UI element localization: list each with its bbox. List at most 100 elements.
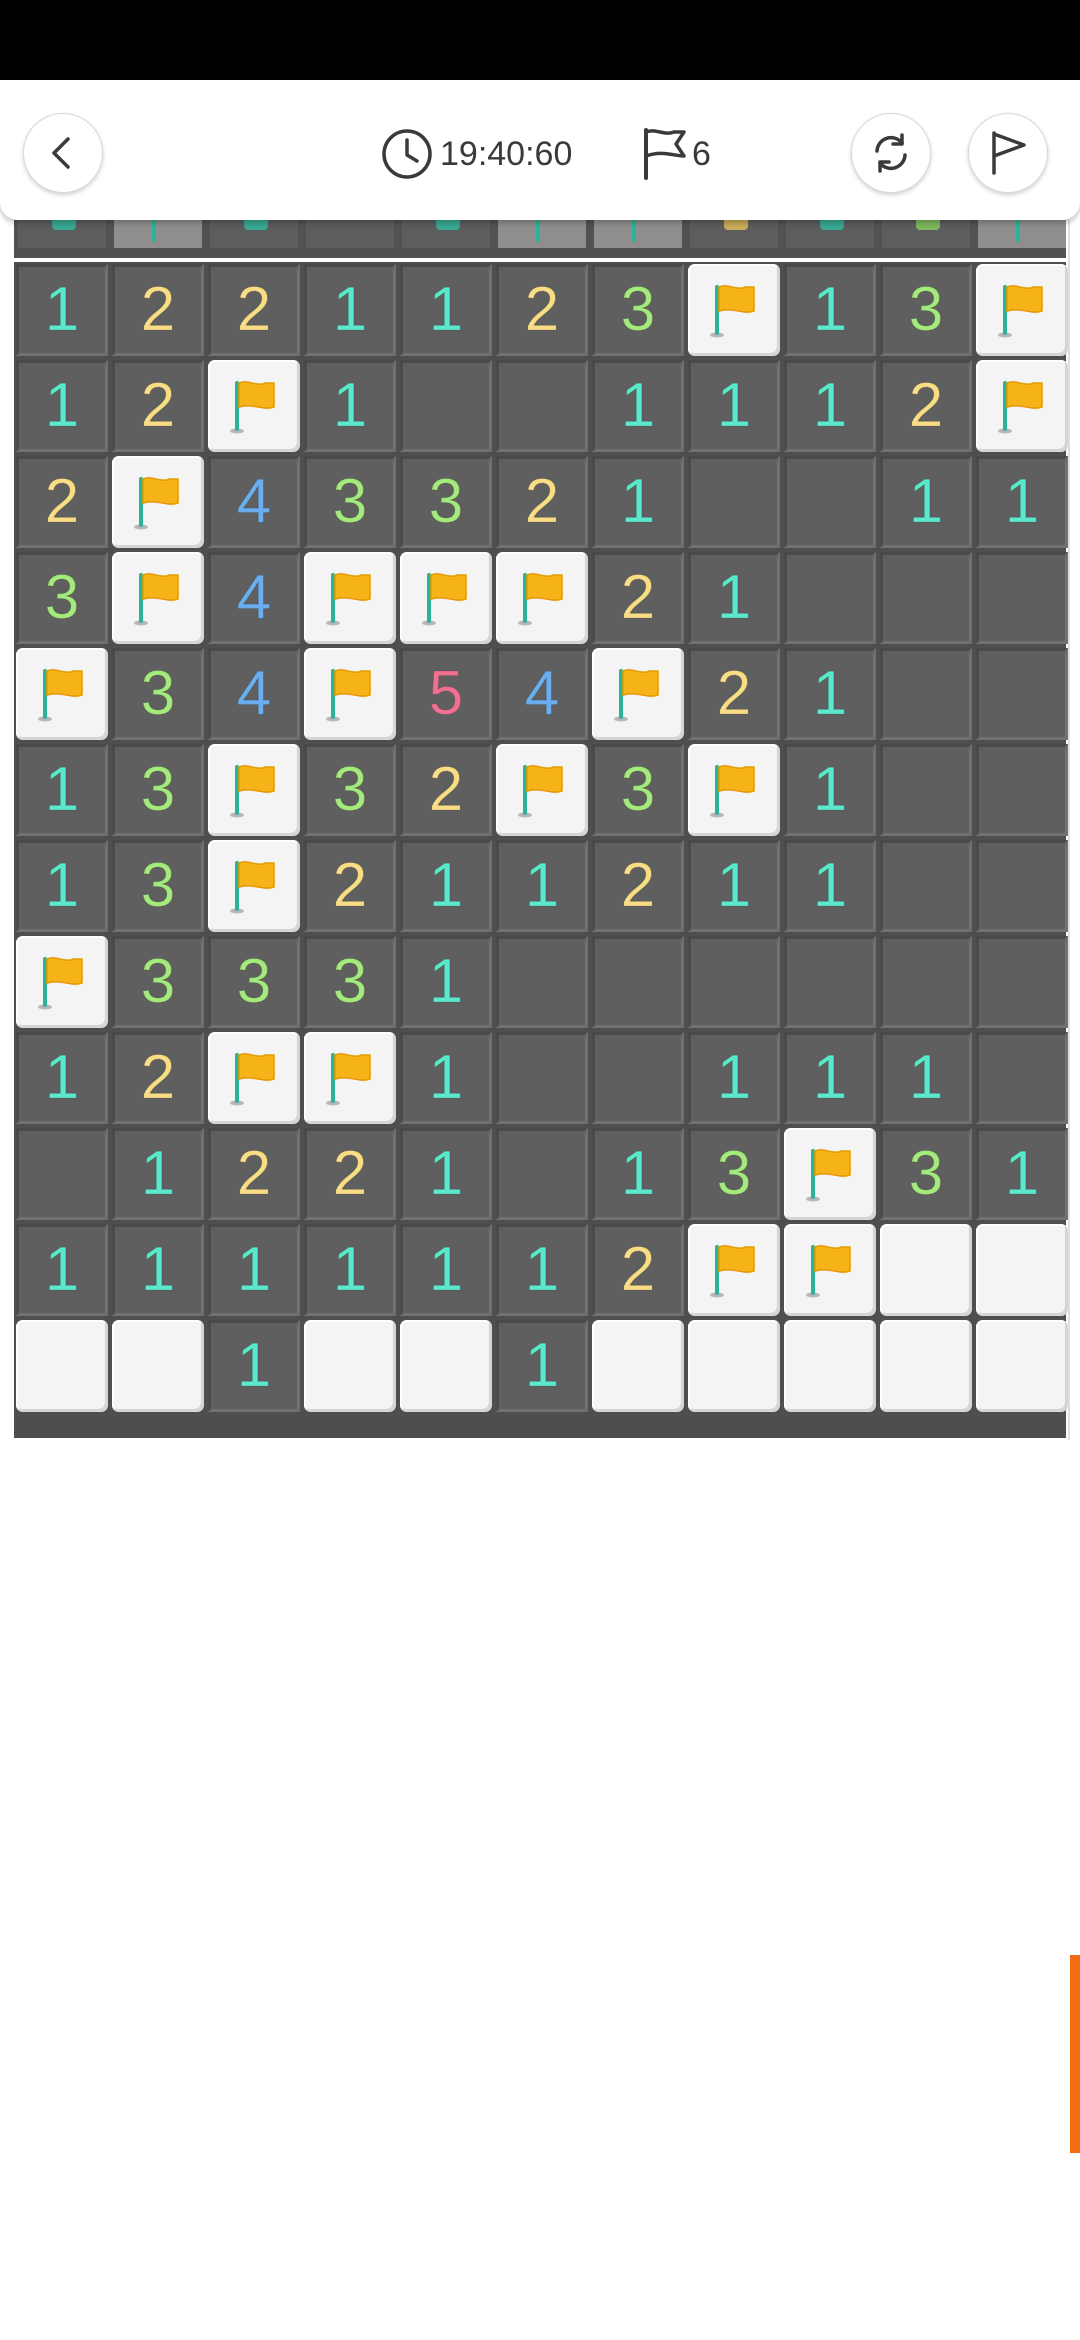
cell-number[interactable]: 1	[16, 360, 108, 452]
cell-number[interactable]: 2	[208, 264, 300, 356]
cell-number[interactable]: 2	[592, 552, 684, 644]
cell-number[interactable]: 3	[688, 1128, 780, 1220]
cell-number[interactable]: 1	[784, 1032, 876, 1124]
cell-empty[interactable]	[688, 936, 780, 1028]
cell-number[interactable]: 1	[784, 648, 876, 740]
cell-number[interactable]: 4	[496, 648, 588, 740]
cell-flagged[interactable]	[400, 552, 492, 644]
cell-empty[interactable]	[976, 744, 1068, 836]
cell-empty[interactable]	[592, 936, 684, 1028]
cell-empty[interactable]	[496, 360, 588, 452]
cell-flagged[interactable]	[304, 552, 396, 644]
cell-number[interactable]: 1	[592, 360, 684, 452]
restart-button[interactable]	[851, 113, 931, 193]
cell-flagged[interactable]	[688, 264, 780, 356]
cell-number[interactable]: 1	[400, 1032, 492, 1124]
cell-number[interactable]: 1	[976, 456, 1068, 548]
cell-number[interactable]: 1	[880, 456, 972, 548]
cell-empty[interactable]	[880, 552, 972, 644]
cell-number[interactable]: 1	[112, 1224, 204, 1316]
cell-number[interactable]: 2	[592, 840, 684, 932]
cell-number[interactable]: 2	[400, 744, 492, 836]
cell-number[interactable]: 2	[688, 648, 780, 740]
cell-number[interactable]: 1	[400, 1224, 492, 1316]
cell-number[interactable]: 2	[112, 360, 204, 452]
cell-flagged[interactable]	[112, 456, 204, 548]
cell-flagged[interactable]	[592, 648, 684, 740]
cell-unrevealed[interactable]	[976, 1224, 1068, 1316]
cell-number[interactable]: 1	[304, 360, 396, 452]
cell-empty[interactable]	[976, 840, 1068, 932]
cell-number[interactable]: 3	[304, 456, 396, 548]
cell-flagged[interactable]	[16, 648, 108, 740]
cell-number[interactable]: 1	[592, 1128, 684, 1220]
cell-number[interactable]: 1	[496, 1320, 588, 1412]
cell-number[interactable]: 1	[208, 1224, 300, 1316]
cell-number[interactable]: 1	[112, 1128, 204, 1220]
cell-empty[interactable]	[880, 840, 972, 932]
cell-number[interactable]: 1	[400, 936, 492, 1028]
cell-number[interactable]: 1	[880, 1032, 972, 1124]
cell-flagged[interactable]	[784, 1224, 876, 1316]
cell-number[interactable]: 1	[16, 744, 108, 836]
cell-unrevealed[interactable]	[976, 1320, 1068, 1412]
cell-empty[interactable]	[496, 1128, 588, 1220]
cell-number[interactable]: 3	[880, 1128, 972, 1220]
cell-number[interactable]: 1	[688, 552, 780, 644]
cell-flagged[interactable]	[304, 648, 396, 740]
cell-number[interactable]: 2	[112, 264, 204, 356]
cell-number[interactable]: 3	[112, 936, 204, 1028]
cell-number[interactable]: 1	[400, 840, 492, 932]
cell-number[interactable]: 1	[784, 264, 876, 356]
cell-empty[interactable]	[496, 1032, 588, 1124]
cell-number[interactable]: 3	[16, 552, 108, 644]
cell-empty[interactable]	[880, 744, 972, 836]
cell-flagged[interactable]	[16, 936, 108, 1028]
cell-empty[interactable]	[400, 360, 492, 452]
cell-number[interactable]: 1	[304, 1224, 396, 1316]
cell-number[interactable]: 1	[496, 1224, 588, 1316]
cell-number[interactable]: 2	[112, 1032, 204, 1124]
cell-number[interactable]: 2	[208, 1128, 300, 1220]
cell-unrevealed[interactable]	[400, 1320, 492, 1412]
cell-number[interactable]: 1	[784, 360, 876, 452]
cell-flagged[interactable]	[208, 360, 300, 452]
cell-flagged[interactable]	[688, 744, 780, 836]
cell-number[interactable]: 1	[400, 1128, 492, 1220]
cell-flagged[interactable]	[112, 552, 204, 644]
cell-number[interactable]: 3	[112, 648, 204, 740]
cell-number[interactable]: 4	[208, 648, 300, 740]
cell-number[interactable]: 1	[16, 840, 108, 932]
cell-number[interactable]: 1	[16, 1224, 108, 1316]
cell-number[interactable]: 1	[784, 840, 876, 932]
cell-empty[interactable]	[784, 936, 876, 1028]
cell-unrevealed[interactable]	[880, 1320, 972, 1412]
cell-unrevealed[interactable]	[112, 1320, 204, 1412]
cell-number[interactable]: 1	[16, 264, 108, 356]
cell-flagged[interactable]	[784, 1128, 876, 1220]
cell-flagged[interactable]	[496, 744, 588, 836]
cell-flagged[interactable]	[208, 840, 300, 932]
cell-unrevealed[interactable]	[304, 1320, 396, 1412]
cell-unrevealed[interactable]	[784, 1320, 876, 1412]
cell-number[interactable]: 2	[304, 840, 396, 932]
cell-number[interactable]: 3	[400, 456, 492, 548]
cell-number[interactable]: 1	[688, 1032, 780, 1124]
cell-empty[interactable]	[688, 456, 780, 548]
cell-empty[interactable]	[976, 552, 1068, 644]
cell-number[interactable]: 2	[496, 456, 588, 548]
scroll-indicator[interactable]	[1070, 1955, 1080, 2153]
cell-empty[interactable]	[784, 552, 876, 644]
cell-number[interactable]: 4	[208, 456, 300, 548]
cell-number[interactable]: 1	[208, 1320, 300, 1412]
cell-empty[interactable]	[592, 1032, 684, 1124]
cell-unrevealed[interactable]	[880, 1224, 972, 1316]
cell-flagged[interactable]	[208, 1032, 300, 1124]
cell-number[interactable]: 2	[592, 1224, 684, 1316]
cell-number[interactable]: 1	[688, 840, 780, 932]
cell-empty[interactable]	[16, 1128, 108, 1220]
cell-number[interactable]: 1	[304, 264, 396, 356]
back-button[interactable]	[23, 113, 103, 193]
cell-number[interactable]: 3	[880, 264, 972, 356]
cell-empty[interactable]	[496, 936, 588, 1028]
